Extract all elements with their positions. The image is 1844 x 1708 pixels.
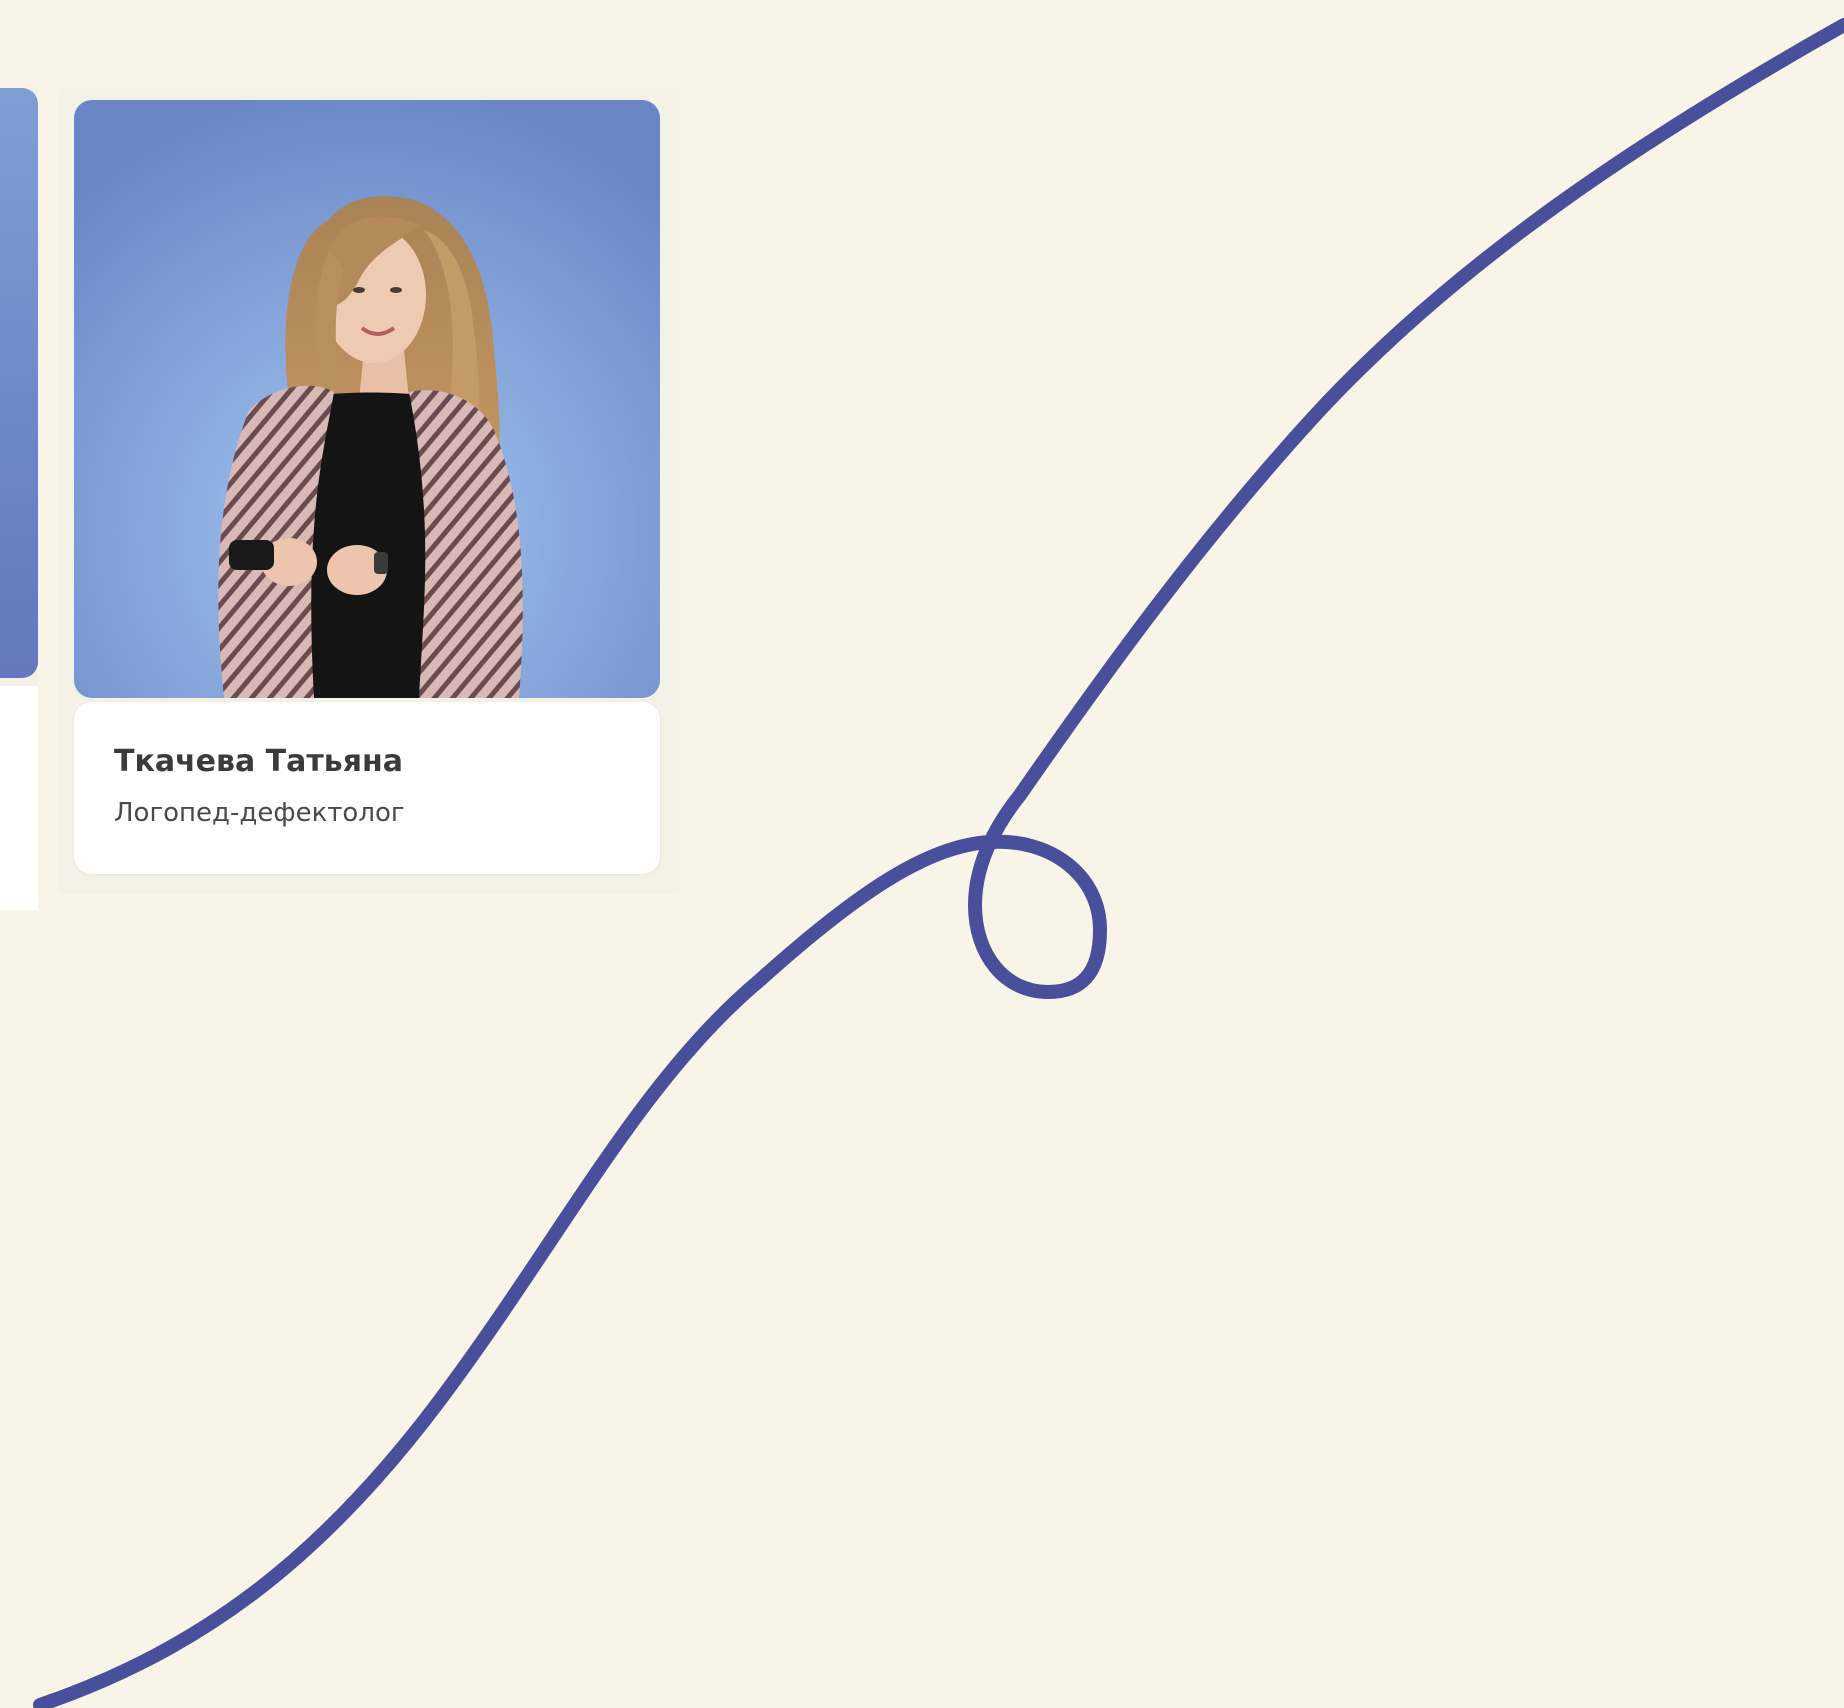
specialist-card[interactable]: Ткачева Татьяна Логопед-дефектолог — [58, 88, 680, 894]
previous-specialist-card[interactable] — [0, 88, 38, 910]
specialist-role: Логопед-дефектолог — [114, 798, 405, 828]
previous-specialist-card-body — [0, 686, 38, 910]
previous-specialist-photo — [0, 88, 38, 678]
portrait-photo-icon — [74, 100, 660, 698]
specialist-card-body: Ткачева Татьяна Логопед-дефектолог — [74, 702, 660, 874]
specialist-name: Ткачева Татьяна — [114, 744, 403, 779]
specialist-photo — [74, 100, 660, 698]
